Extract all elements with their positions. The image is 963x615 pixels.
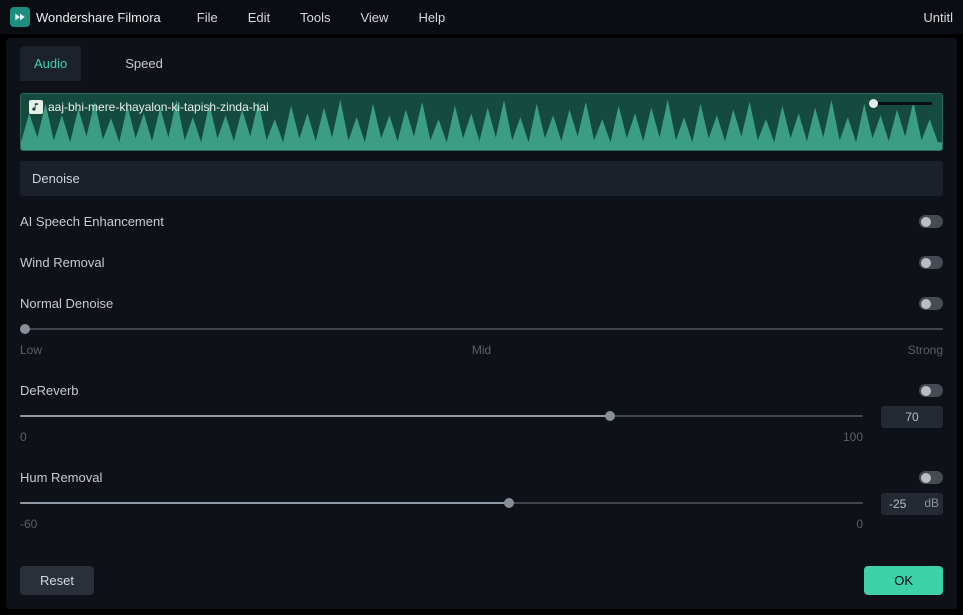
track-volume-slider[interactable] <box>872 102 932 105</box>
dereverb-knob[interactable] <box>605 411 615 421</box>
tab-speed[interactable]: Speed <box>111 46 177 81</box>
ai-speech-toggle[interactable] <box>919 215 943 228</box>
waveform[interactable]: aaj-bhi-mere-khayalon-ki-tapish-zinda-ha… <box>20 93 943 151</box>
wind-removal-toggle[interactable] <box>919 256 943 269</box>
hum-removal-slider[interactable]: -25 dB <box>20 493 943 513</box>
option-wind-removal: Wind Removal <box>20 255 943 270</box>
dereverb-scale: 0 100 <box>20 430 943 444</box>
dereverb-label: DeReverb <box>20 383 79 398</box>
menu-tools[interactable]: Tools <box>300 10 330 25</box>
normal-denoise-scale: Low Mid Strong <box>20 343 943 357</box>
option-hum-removal: Hum Removal -25 dB -60 0 <box>20 470 943 531</box>
tabs: Audio Speed <box>6 38 957 81</box>
menu-view[interactable]: View <box>360 10 388 25</box>
hum-removal-label: Hum Removal <box>20 470 102 485</box>
hum-min: -60 <box>20 517 37 531</box>
hum-max: 0 <box>856 517 863 531</box>
dereverb-slider[interactable]: 70 <box>20 406 943 426</box>
footer: Reset OK <box>6 556 957 609</box>
reset-button[interactable]: Reset <box>20 566 94 595</box>
document-title: Untitl <box>923 10 953 25</box>
track-chip: aaj-bhi-mere-khayalon-ki-tapish-zinda-ha… <box>29 100 269 114</box>
scale-low: Low <box>20 343 42 357</box>
option-ai-speech: AI Speech Enhancement <box>20 214 943 229</box>
ai-speech-label: AI Speech Enhancement <box>20 214 164 229</box>
music-note-icon <box>29 100 43 114</box>
menu-help[interactable]: Help <box>418 10 445 25</box>
normal-denoise-toggle[interactable] <box>919 297 943 310</box>
scale-strong: Strong <box>908 343 943 357</box>
tab-audio[interactable]: Audio <box>20 46 81 81</box>
dereverb-max: 100 <box>843 430 863 444</box>
normal-denoise-label: Normal Denoise <box>20 296 113 311</box>
waveform-area: aaj-bhi-mere-khayalon-ki-tapish-zinda-ha… <box>20 93 943 151</box>
hum-removal-scale: -60 0 <box>20 517 943 531</box>
normal-denoise-knob[interactable] <box>20 324 30 334</box>
wind-removal-label: Wind Removal <box>20 255 105 270</box>
option-dereverb: DeReverb 70 0 100 <box>20 383 943 444</box>
dereverb-min: 0 <box>20 430 27 444</box>
menu-file[interactable]: File <box>197 10 218 25</box>
hum-unit: dB <box>924 496 939 510</box>
menu-edit[interactable]: Edit <box>248 10 270 25</box>
app-logo <box>10 7 30 27</box>
scale-mid: Mid <box>472 343 491 357</box>
ok-button[interactable]: OK <box>864 566 943 595</box>
volume-knob[interactable] <box>869 99 878 108</box>
hum-removal-knob[interactable] <box>504 498 514 508</box>
dereverb-toggle[interactable] <box>919 384 943 397</box>
dereverb-value[interactable]: 70 <box>881 406 943 428</box>
app-name: Wondershare Filmora <box>36 10 161 25</box>
option-normal-denoise: Normal Denoise Low Mid Strong <box>20 296 943 357</box>
menubar: Wondershare Filmora File Edit Tools View… <box>0 0 963 34</box>
normal-denoise-slider[interactable] <box>20 319 943 339</box>
hum-removal-toggle[interactable] <box>919 471 943 484</box>
hum-removal-value[interactable]: -25 dB <box>881 493 943 515</box>
track-name: aaj-bhi-mere-khayalon-ki-tapish-zinda-ha… <box>48 100 269 114</box>
content-area: Denoise AI Speech Enhancement Wind Remov… <box>6 161 957 556</box>
audio-panel: Audio Speed aaj-bhi-mere-khayalon-ki-tap… <box>6 38 957 609</box>
section-denoise: Denoise <box>20 161 943 196</box>
menu-items: File Edit Tools View Help <box>197 10 445 25</box>
